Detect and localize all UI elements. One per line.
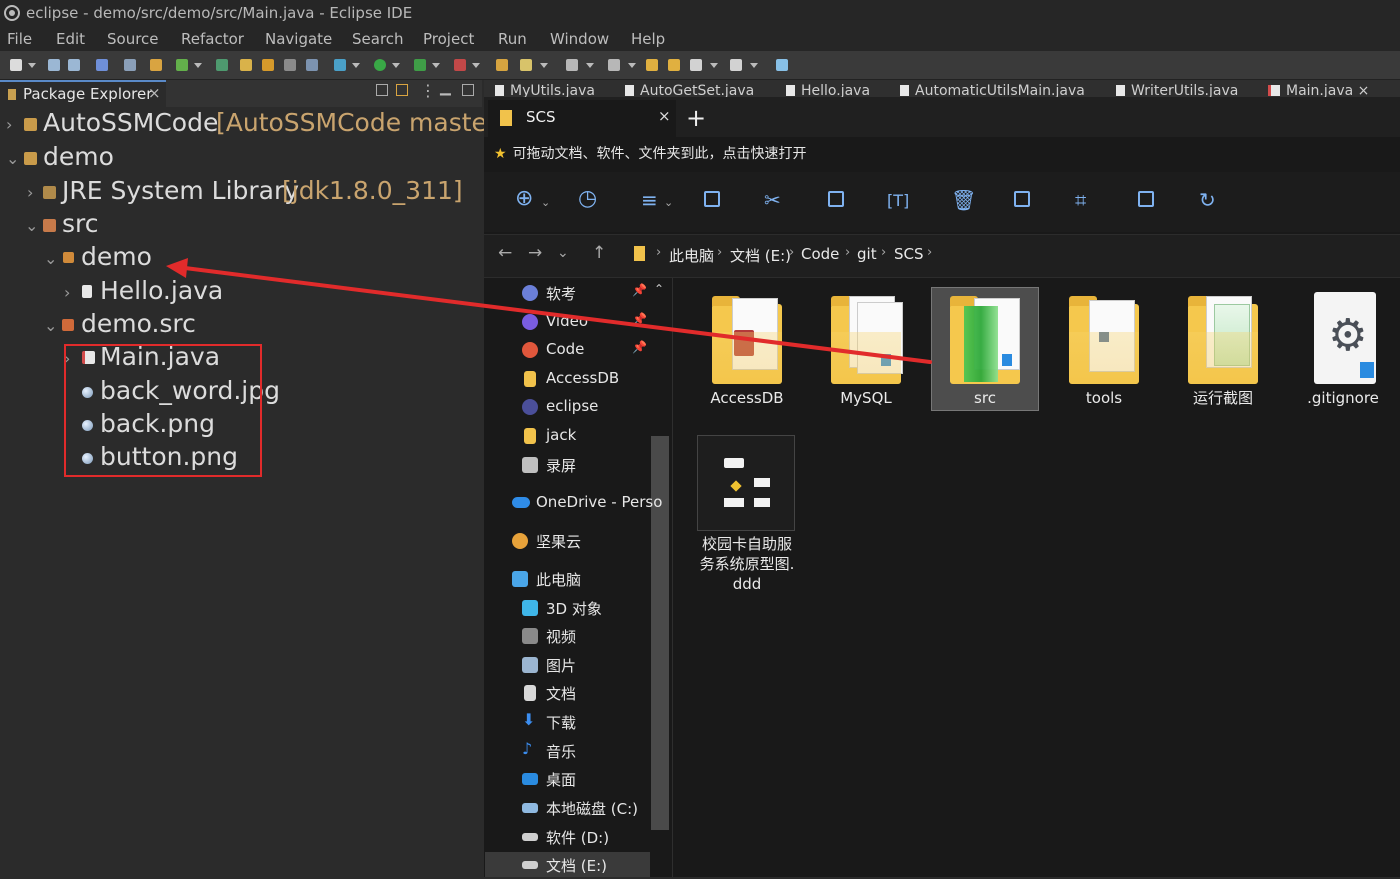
annotation-arrow xyxy=(166,258,932,364)
